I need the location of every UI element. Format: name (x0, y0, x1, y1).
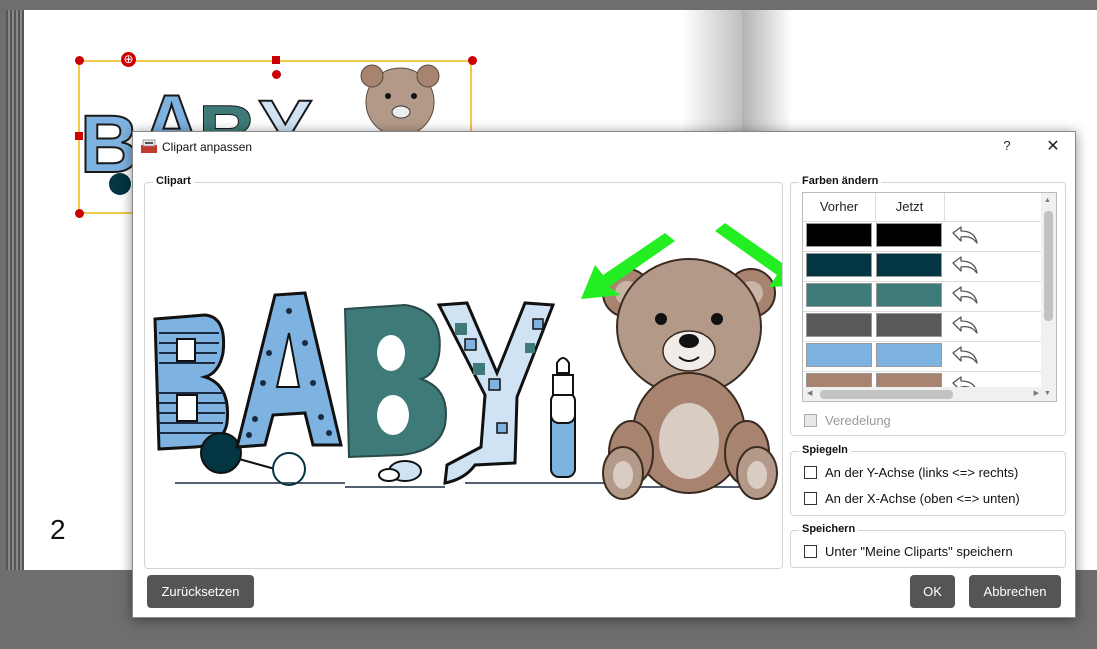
color-swatch-before (806, 253, 872, 277)
color-row (803, 221, 1043, 252)
resize-handle-top-right[interactable] (468, 56, 477, 65)
cancel-button[interactable]: Abbrechen (969, 575, 1061, 608)
color-swatch-now[interactable] (876, 313, 942, 337)
color-swatch-now[interactable] (876, 223, 942, 247)
rotate-handle-icon[interactable]: ⊕ (121, 52, 136, 67)
dialog-title: Clipart anpassen (162, 140, 253, 154)
color-row (803, 341, 1043, 372)
color-swatch-before (806, 283, 872, 307)
ok-button[interactable]: OK (910, 575, 955, 608)
clipart-dialog: Clipart anpassen ? ✕ Clipart Farben ände… (132, 131, 1076, 618)
teddy-bear (602, 258, 778, 500)
vscroll-thumb[interactable] (1044, 211, 1053, 321)
resize-handle-top-mid[interactable] (272, 56, 280, 64)
save-group-title: Speichern (799, 523, 859, 535)
column-header-before: Vorher (803, 193, 876, 221)
dialog-titlebar[interactable]: Clipart anpassen ? ✕ (133, 132, 1075, 162)
letter-b-blue (153, 313, 230, 451)
reset-color-icon[interactable] (947, 255, 981, 277)
color-table-header: Vorher Jetzt (803, 193, 1043, 222)
mirror-group-title: Spiegeln (799, 444, 851, 456)
color-table: Vorher Jetzt ▲ ▼ ◀ ▶ (802, 192, 1057, 402)
color-swatch-before (806, 343, 872, 367)
refinement-checkbox (804, 414, 817, 427)
scroll-right-icon[interactable]: ▶ (1034, 389, 1039, 397)
color-table-vscrollbar[interactable]: ▲ ▼ (1041, 193, 1056, 401)
color-swatch-before (806, 223, 872, 247)
reset-color-icon[interactable] (947, 345, 981, 367)
page-number: 2 (50, 514, 66, 545)
scroll-up-icon[interactable]: ▲ (1044, 197, 1051, 204)
clipart-group: Clipart (144, 175, 783, 569)
book-page-edges (6, 10, 26, 570)
save-to-my-cliparts-checkbox[interactable] (804, 545, 817, 558)
letter-b-teal (343, 303, 447, 459)
resize-handle-top-mid-lower[interactable] (272, 70, 281, 79)
color-swatch-now[interactable] (876, 343, 942, 367)
resize-handle-left-mid[interactable] (75, 132, 83, 140)
color-row (803, 251, 1043, 282)
column-header-now: Jetzt (875, 193, 945, 221)
color-row (803, 281, 1043, 312)
baby-bottle (550, 357, 576, 478)
clipart-app-icon (141, 139, 157, 153)
clipart-preview (153, 223, 782, 500)
resize-handle-top-left[interactable] (75, 56, 84, 65)
help-button[interactable]: ? (999, 138, 1015, 156)
mirror-x-label[interactable]: An der X-Achse (oben <=> unten) (825, 491, 1020, 506)
color-swatch-now[interactable] (876, 253, 942, 277)
hscroll-thumb[interactable] (820, 390, 953, 399)
save-group: Speichern Unter "Meine Cliparts" speiche… (790, 523, 1066, 568)
color-row (803, 311, 1043, 342)
color-swatch-before (806, 313, 872, 337)
resize-handle-bottom-left[interactable] (75, 209, 84, 218)
letter-y-blue (436, 301, 556, 485)
reset-button[interactable]: Zurücksetzen (147, 575, 254, 608)
mirror-group: Spiegeln An der Y-Achse (links <=> recht… (790, 444, 1066, 516)
letter-a-blue (235, 291, 343, 449)
mirror-x-checkbox[interactable] (804, 492, 817, 505)
scroll-down-icon[interactable]: ▼ (1044, 390, 1051, 397)
color-table-hscrollbar[interactable]: ◀ ▶ (803, 387, 1043, 401)
colors-group-title: Farben ändern (799, 175, 882, 187)
color-swatch-now[interactable] (876, 283, 942, 307)
scroll-left-icon[interactable]: ◀ (807, 389, 812, 397)
close-button[interactable]: ✕ (1043, 137, 1063, 157)
mirror-y-label[interactable]: An der Y-Achse (links <=> rechts) (825, 465, 1018, 480)
reset-color-icon[interactable] (947, 285, 981, 307)
mirror-y-checkbox[interactable] (804, 466, 817, 479)
colors-group: Farben ändern Vorher Jetzt ▲ ▼ ◀ ▶ Vered… (790, 175, 1066, 436)
reset-color-icon[interactable] (947, 225, 981, 247)
reset-color-icon[interactable] (947, 315, 981, 337)
save-to-my-cliparts-label[interactable]: Unter "Meine Cliparts" speichern (825, 544, 1013, 559)
refinement-label: Veredelung (825, 413, 891, 428)
